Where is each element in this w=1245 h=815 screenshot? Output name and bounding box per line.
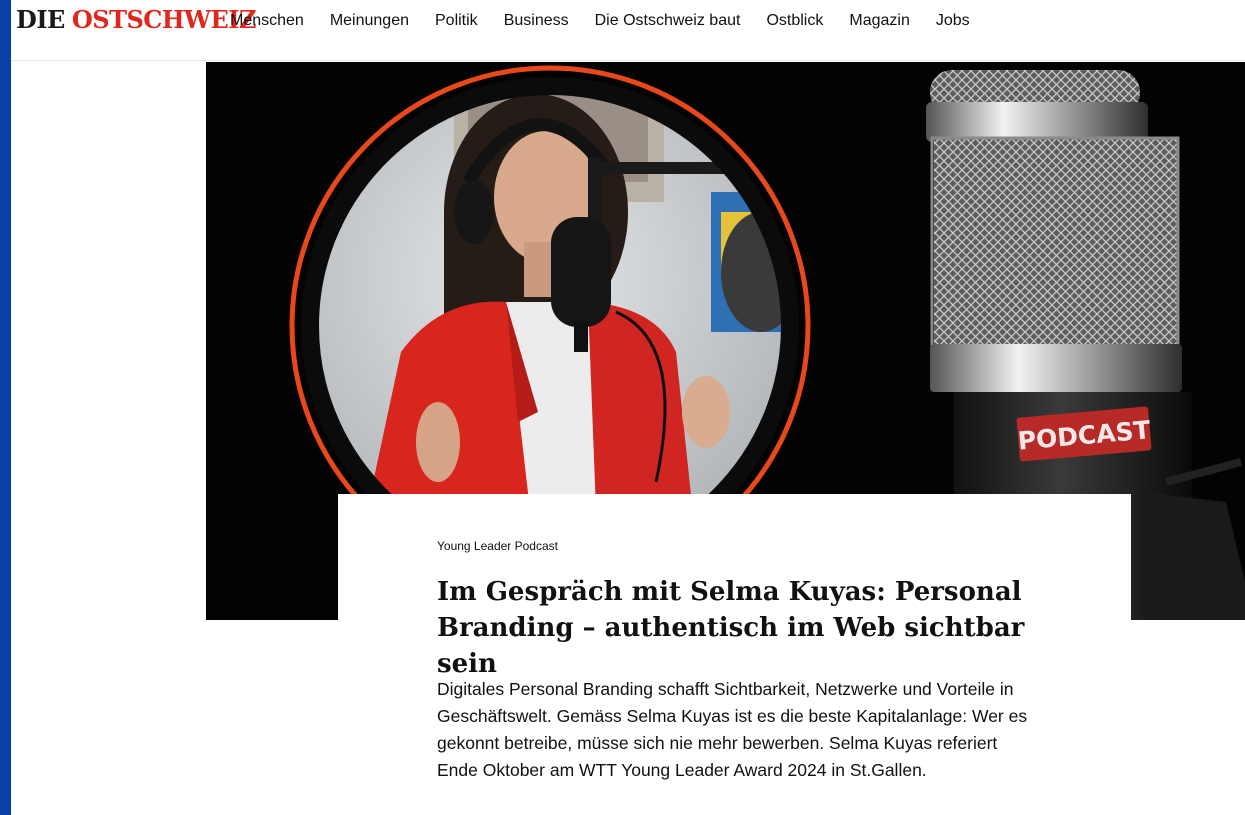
main-nav: Menschen Meinungen Politik Business Die … <box>230 10 996 32</box>
nav-item-meinungen[interactable]: Meinungen <box>330 10 409 32</box>
site-logo[interactable]: DIE OSTSCHWEIZ <box>16 5 257 34</box>
article-kicker[interactable]: Young Leader Podcast <box>437 539 558 553</box>
nav-item-menschen[interactable]: Menschen <box>230 10 304 32</box>
logo-die: DIE <box>16 5 65 34</box>
nav-item-die-ostschweiz-baut[interactable]: Die Ostschweiz baut <box>595 10 741 32</box>
logo-ostschweiz: OSTSCHWEIZ <box>71 5 257 34</box>
nav-item-politik[interactable]: Politik <box>435 10 478 32</box>
article-lead: Digitales Personal Branding schafft Sich… <box>437 679 1028 780</box>
nav-item-business[interactable]: Business <box>504 10 569 32</box>
nav-item-ostblick[interactable]: Ostblick <box>766 10 823 32</box>
left-edge-strip <box>0 0 11 815</box>
nav-item-magazin[interactable]: Magazin <box>849 10 909 32</box>
article-title[interactable]: Im Gespräch mit Selma Kuyas: Personal Br… <box>437 574 1077 682</box>
nav-item-jobs[interactable]: Jobs <box>936 10 970 32</box>
site-header: DIE OSTSCHWEIZ Menschen Meinungen Politik… <box>11 0 1245 61</box>
